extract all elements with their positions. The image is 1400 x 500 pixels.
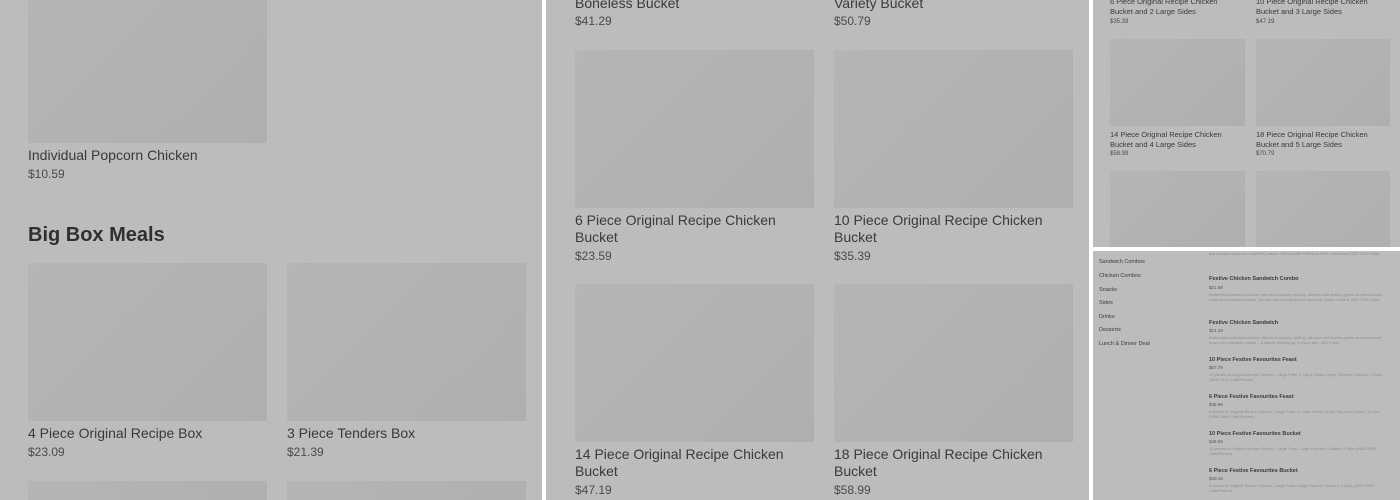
item-image[interactable] — [834, 50, 1073, 208]
item-price: $23.09 — [28, 445, 65, 459]
item-image[interactable] — [1256, 171, 1390, 247]
item-name[interactable]: 6 Piece Festive Favourites Bucket — [1209, 468, 1298, 474]
item-price: $47.19 — [575, 483, 612, 497]
item-name[interactable]: 18 Piece Original Recipe Chicken Bucket … — [1256, 130, 1388, 150]
item-description: 10 pieces of Original Recipe Chicken, La… — [1209, 372, 1382, 382]
item-image[interactable] — [834, 284, 1073, 442]
item-name[interactable]: 10 Piece Original Recipe Chicken Bucket — [834, 212, 1064, 246]
nav-item-sandwich-combos[interactable]: Sandwich Combos — [1099, 259, 1145, 265]
item-image[interactable] — [28, 263, 267, 421]
item-price: $21.39 — [287, 445, 324, 459]
item-name[interactable]: 14 Piece Original Recipe Chicken Bucket … — [1110, 130, 1242, 150]
item-name[interactable]: Boneless Bucket — [575, 0, 679, 11]
item-image[interactable] — [287, 263, 526, 421]
item-price: $58.99 — [1110, 151, 1129, 157]
item-price: $70.79 — [1256, 151, 1275, 157]
item-name[interactable]: 10 Piece Festive Favourites Bucket — [1209, 431, 1301, 437]
item-name[interactable]: Festive Chicken Sandwich Combo — [1209, 276, 1299, 282]
item-price: $57.79 — [1209, 365, 1223, 370]
menu-panel-festive-list: Sandwich Combos Chicken Combos Snacks Si… — [1093, 251, 1400, 500]
item-image[interactable] — [1110, 171, 1245, 247]
menu-panel-buckets: Boneless Bucket $41.29 Variety Bucket $5… — [546, 0, 1089, 500]
item-name[interactable]: 10 Piece Original Recipe Chicken Bucket … — [1256, 0, 1388, 17]
item-price: $35.39 — [834, 249, 871, 263]
item-name[interactable]: Festive Chicken Sandwich — [1209, 320, 1278, 326]
item-price: $14.19 — [1209, 328, 1223, 333]
item-image[interactable] — [575, 50, 814, 208]
item-description: 10 pieces of Original Recipe Chicken, La… — [1209, 446, 1377, 456]
item-image[interactable] — [287, 481, 526, 500]
item-price: $47.19 — [1256, 19, 1275, 25]
item-image[interactable] — [1256, 39, 1390, 126]
item-name[interactable]: 6 Piece Original Recipe Chicken Bucket a… — [1110, 0, 1242, 17]
item-name[interactable]: 6 Piece Original Recipe Chicken Bucket — [575, 212, 805, 246]
nav-item-desserts[interactable]: Desserts — [1099, 327, 1121, 333]
item-price: $35.39 — [1110, 19, 1129, 25]
item-name[interactable]: 14 Piece Original Recipe Chicken Bucket — [575, 446, 805, 480]
item-price: $41.29 — [575, 14, 612, 28]
item-name[interactable]: Individual Popcorn Chicken — [28, 147, 198, 163]
item-price: $21.89 — [1209, 285, 1223, 290]
item-description: Buttermilk-marinated chicken fillet and … — [1209, 292, 1382, 302]
menu-panel-big-box: Individual Popcorn Chicken $10.59 Big Bo… — [0, 0, 542, 500]
item-description: Buttermilk-marinated chicken fillet and … — [1209, 335, 1382, 345]
item-name[interactable]: Variety Bucket — [834, 0, 923, 11]
item-name[interactable]: 10 Piece Festive Favourites Feast — [1209, 357, 1297, 363]
item-image[interactable] — [28, 481, 267, 500]
item-price: $50.79 — [834, 14, 871, 28]
item-price: $23.59 — [575, 249, 612, 263]
nav-item-chicken-combos[interactable]: Chicken Combos — [1099, 273, 1141, 279]
item-description: 6 pieces of Original Recipe Chicken, Lar… — [1209, 483, 1374, 493]
item-name[interactable]: 6 Piece Festive Favourites Feast — [1209, 394, 1294, 400]
section-title: Big Box Meals — [28, 224, 165, 246]
nav-item-sides[interactable]: Sides — [1099, 300, 1113, 306]
nav-item-snacks[interactable]: Snacks — [1099, 287, 1117, 293]
item-description: plant-based mayo and cranberry sauce. Se… — [1209, 251, 1380, 256]
item-name[interactable]: 3 Piece Tenders Box — [287, 425, 415, 441]
item-price: $40.19 — [1209, 476, 1223, 481]
item-price: $10.59 — [28, 167, 65, 181]
item-description: 6 pieces of Original Recipe Chicken, Lar… — [1209, 409, 1380, 419]
menu-panel-bucket-meals: 6 Piece Original Recipe Chicken Bucket a… — [1093, 0, 1400, 247]
item-price: $45.99 — [1209, 402, 1223, 407]
item-name[interactable]: 18 Piece Original Recipe Chicken Bucket — [834, 446, 1064, 480]
nav-item-drinks[interactable]: Drinks — [1099, 314, 1115, 320]
item-price: $48.59 — [1209, 439, 1223, 444]
item-price: $58.99 — [834, 483, 871, 497]
nav-item-lunch-dinner-deal[interactable]: Lunch & Dinner Deal — [1099, 341, 1150, 347]
popcorn-chicken-image[interactable] — [28, 0, 267, 143]
item-image[interactable] — [1110, 39, 1245, 126]
item-image[interactable] — [575, 284, 814, 442]
item-name[interactable]: 4 Piece Original Recipe Box — [28, 425, 202, 441]
